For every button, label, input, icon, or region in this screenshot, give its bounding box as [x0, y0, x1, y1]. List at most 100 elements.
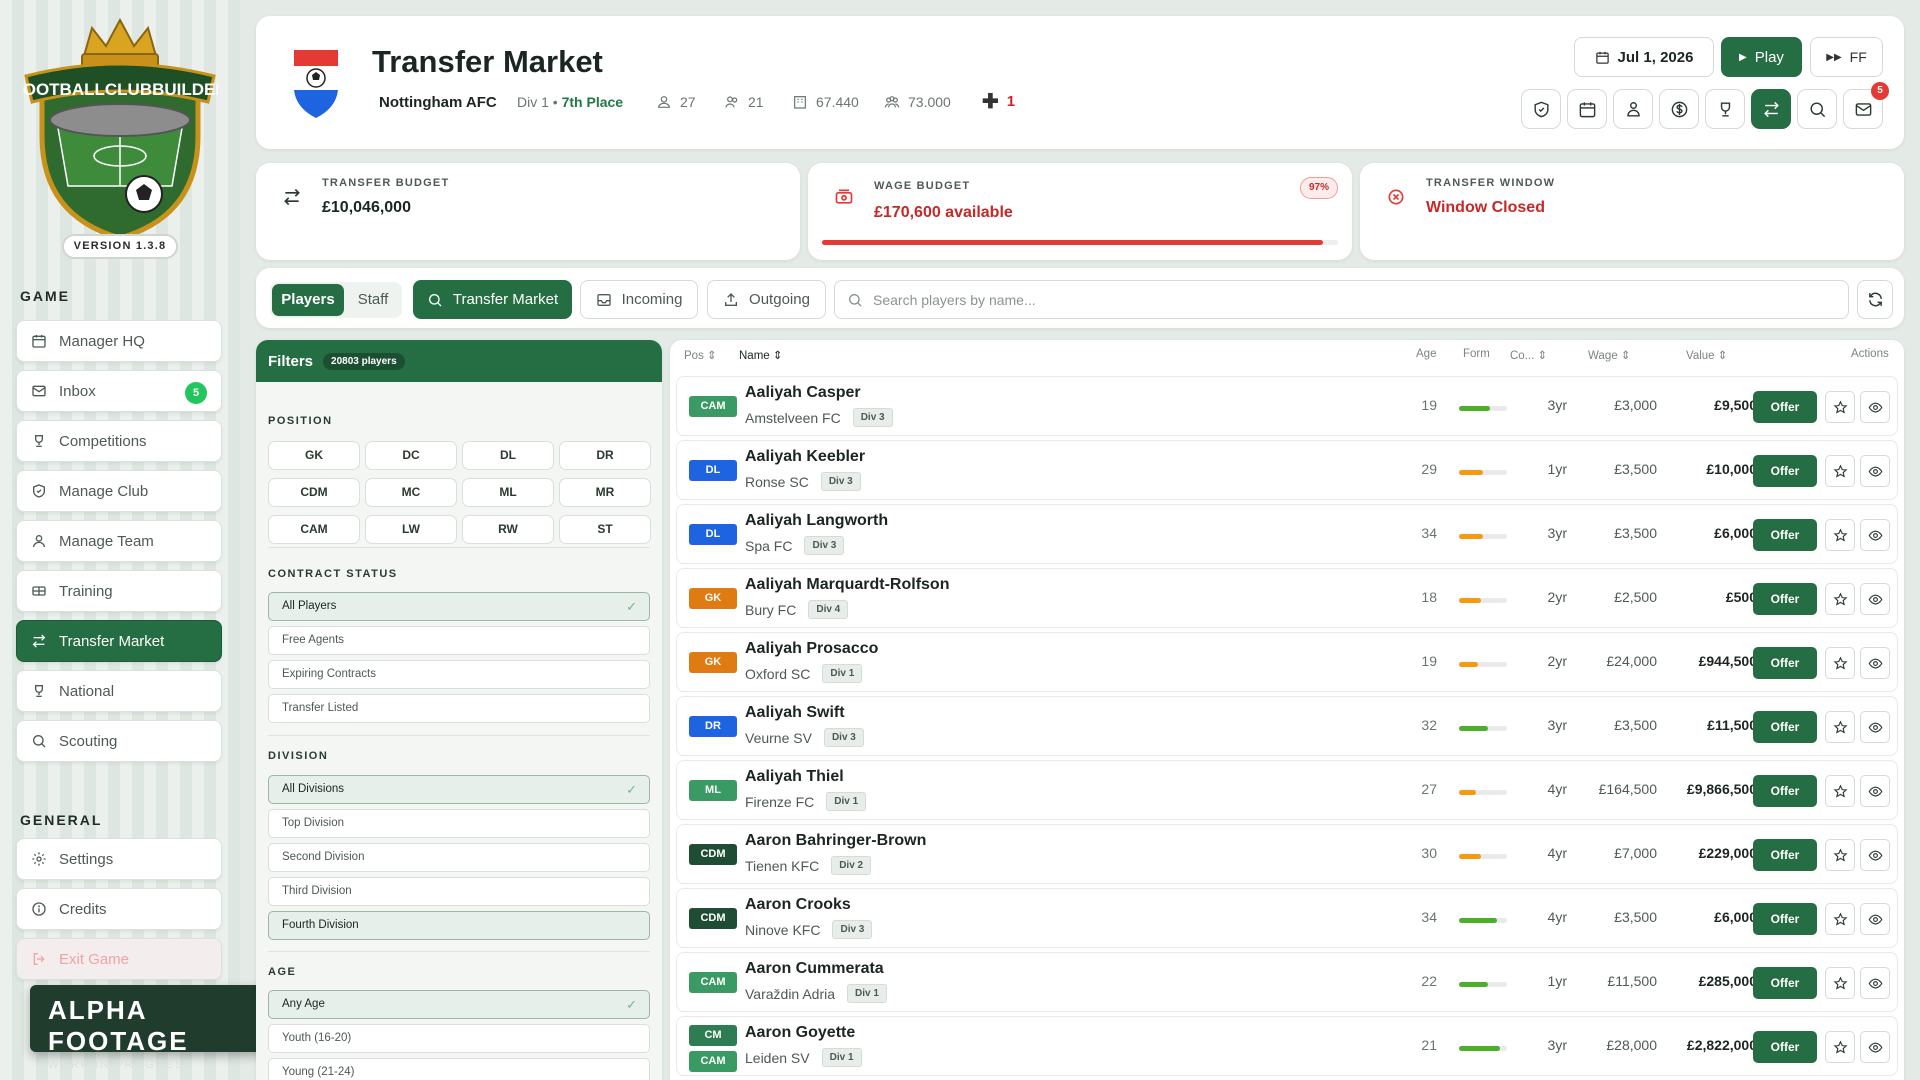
shortlist-button[interactable] [1825, 903, 1855, 935]
view-player-button[interactable] [1860, 967, 1890, 999]
sidebar-item-exit-game[interactable]: Exit Game [16, 938, 222, 980]
shortlist-button[interactable] [1825, 519, 1855, 551]
offer-button[interactable]: Offer [1753, 839, 1817, 871]
game-date[interactable]: Jul 1, 2026 [1574, 37, 1714, 77]
sidebar-item-national[interactable]: National [16, 670, 222, 712]
shortlist-button[interactable] [1825, 775, 1855, 807]
sidebar-item-credits[interactable]: Credits [16, 888, 222, 930]
view-player-button[interactable] [1860, 903, 1890, 935]
player-name[interactable]: Aaron Cummerata [745, 960, 884, 978]
player-name[interactable]: Aaliyah Casper [745, 384, 861, 402]
column-header-wage[interactable]: Wage ⇕ [1588, 348, 1630, 362]
contract-option[interactable]: Transfer Listed [268, 694, 650, 723]
view-player-button[interactable] [1860, 455, 1890, 487]
table-row[interactable]: DL Aaliyah Keebler Ronse SC Div 3 29 1yr £3,50… [676, 440, 1898, 500]
calendar-button[interactable] [1567, 89, 1607, 129]
player-name[interactable]: Aaliyah Keebler [745, 448, 865, 466]
player-name[interactable]: Aaliyah Marquardt-Rolfson [745, 576, 949, 594]
player-name[interactable]: Aaliyah Swift [745, 704, 845, 722]
finances-button[interactable] [1659, 89, 1699, 129]
play-button[interactable]: ▶ Play [1721, 37, 1802, 77]
division-option[interactable]: Top Division [268, 809, 650, 838]
offer-button[interactable]: Offer [1753, 519, 1817, 551]
sidebar-item-manage-team[interactable]: Manage Team [16, 520, 222, 562]
shortlist-button[interactable] [1825, 455, 1855, 487]
table-row[interactable]: CDM Aaron Crooks Ninove KFC Div 3 34 4yr £3,50… [676, 888, 1898, 948]
position-filter-dl[interactable]: DL [462, 441, 554, 470]
sidebar-item-manager-hq[interactable]: Manager HQ [16, 320, 222, 362]
position-filter-mr[interactable]: MR [559, 478, 651, 507]
view-player-button[interactable] [1860, 519, 1890, 551]
competitions-button[interactable] [1705, 89, 1745, 129]
position-filter-cam[interactable]: CAM [268, 515, 360, 544]
view-player-button[interactable] [1860, 647, 1890, 679]
offer-button[interactable]: Offer [1753, 775, 1817, 807]
position-filter-mc[interactable]: MC [365, 478, 457, 507]
age-option[interactable]: Young (21-24) [268, 1058, 650, 1080]
position-filter-dc[interactable]: DC [365, 441, 457, 470]
tab-staff[interactable]: Staff [346, 284, 400, 316]
table-row[interactable]: CDM Aaron Bahringer-Brown Tienen KFC Div 2 3… [676, 824, 1898, 884]
column-header-name[interactable]: Name ⇕ [739, 348, 783, 362]
contract-option[interactable]: All Players ✓ [268, 592, 650, 621]
view-player-button[interactable] [1860, 775, 1890, 807]
table-row[interactable]: DR Aaliyah Swift Veurne SV Div 3 32 3yr £3,500… [676, 696, 1898, 756]
position-filter-ml[interactable]: ML [462, 478, 554, 507]
offer-button[interactable]: Offer [1753, 903, 1817, 935]
offer-button[interactable]: Offer [1753, 967, 1817, 999]
sidebar-item-inbox[interactable]: Inbox 5 [16, 370, 222, 412]
player-name[interactable]: Aaron Bahringer-Brown [745, 832, 926, 850]
sidebar-item-transfer-market[interactable]: Transfer Market [16, 620, 222, 662]
tab-transfer-market[interactable]: Transfer Market [413, 280, 572, 319]
tab-incoming[interactable]: Incoming [580, 280, 698, 319]
division-option[interactable]: Third Division [268, 877, 650, 906]
age-option[interactable]: Youth (16-20) [268, 1024, 650, 1053]
offer-button[interactable]: Offer [1753, 391, 1817, 423]
view-player-button[interactable] [1860, 839, 1890, 871]
age-option[interactable]: Any Age ✓ [268, 990, 650, 1019]
shortlist-button[interactable] [1825, 967, 1855, 999]
fast-forward-button[interactable]: ▶▶ FF [1810, 37, 1883, 77]
column-header-contract[interactable]: Co... ⇕ [1510, 348, 1547, 362]
table-row[interactable]: DL Aaliyah Langworth Spa FC Div 3 34 3yr £3,50… [676, 504, 1898, 564]
sidebar-item-manage-club[interactable]: Manage Club [16, 470, 222, 512]
column-header-form[interactable]: Form [1463, 348, 1490, 360]
table-row[interactable]: CAM Aaliyah Casper Amstelveen FC Div 3 19 3yr… [676, 376, 1898, 436]
contract-option[interactable]: Expiring Contracts [268, 660, 650, 689]
view-player-button[interactable] [1860, 391, 1890, 423]
position-filter-gk[interactable]: GK [268, 441, 360, 470]
shortlist-button[interactable] [1825, 1031, 1855, 1063]
tab-outgoing[interactable]: Outgoing [707, 280, 826, 319]
column-header-value[interactable]: Value ⇕ [1686, 348, 1727, 362]
shortlist-button[interactable] [1825, 647, 1855, 679]
position-filter-st[interactable]: ST [559, 515, 651, 544]
sidebar-item-scouting[interactable]: Scouting [16, 720, 222, 762]
club-shield-button[interactable] [1521, 89, 1561, 129]
search-input[interactable] [873, 291, 1773, 308]
inbox-button[interactable]: 5 [1843, 82, 1889, 129]
division-option[interactable]: Second Division [268, 843, 650, 872]
contract-option[interactable]: Free Agents [268, 626, 650, 655]
player-name[interactable]: Aaliyah Thiel [745, 768, 844, 786]
view-player-button[interactable] [1860, 1031, 1890, 1063]
shortlist-button[interactable] [1825, 583, 1855, 615]
offer-button[interactable]: Offer [1753, 711, 1817, 743]
transfer-button[interactable] [1751, 89, 1791, 129]
team-button[interactable] [1613, 89, 1653, 129]
table-row[interactable]: GK Aaliyah Prosacco Oxford SC Div 1 19 2yr £24… [676, 632, 1898, 692]
sidebar-item-training[interactable]: Training [16, 570, 222, 612]
player-name[interactable]: Aaron Goyette [745, 1024, 855, 1042]
shortlist-button[interactable] [1825, 391, 1855, 423]
shortlist-button[interactable] [1825, 711, 1855, 743]
offer-button[interactable]: Offer [1753, 1031, 1817, 1063]
column-header-pos[interactable]: Pos ⇕ [684, 348, 717, 362]
sidebar-item-competitions[interactable]: Competitions [16, 420, 222, 462]
position-filter-lw[interactable]: LW [365, 515, 457, 544]
table-row[interactable]: CM CAM Aaron Goyette Leiden SV Div 1 21 3yr £28… [676, 1016, 1898, 1076]
offer-button[interactable]: Offer [1753, 455, 1817, 487]
shortlist-button[interactable] [1825, 839, 1855, 871]
table-row[interactable]: ML Aaliyah Thiel Firenze FC Div 1 27 4yr £164,… [676, 760, 1898, 820]
division-option[interactable]: All Divisions ✓ [268, 775, 650, 804]
view-player-button[interactable] [1860, 711, 1890, 743]
player-name[interactable]: Aaliyah Prosacco [745, 640, 878, 658]
